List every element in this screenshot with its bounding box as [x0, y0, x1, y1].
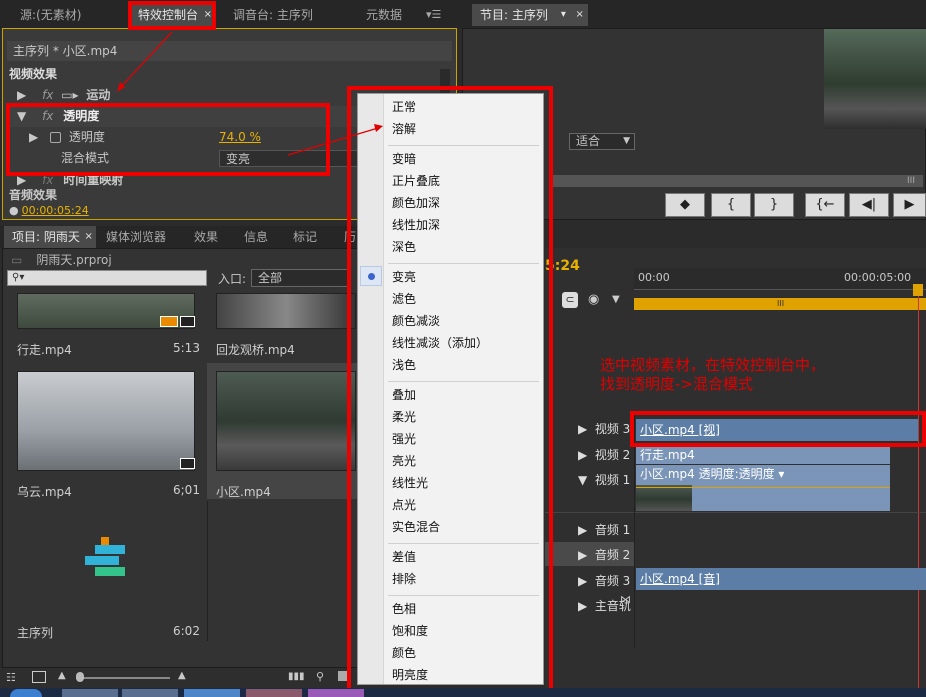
annotation-arrow [287, 127, 379, 156]
taskbar [0, 688, 926, 697]
premiere-window: 源:(无素材) 特效控制台 × 调音台: 主序列 元数据 ▾☰ 节目: 主序列 ▾ ×… [0, 0, 926, 697]
taskbar-item[interactable] [184, 689, 240, 697]
annotation-arrows [117, 31, 383, 156]
taskbar-item[interactable] [246, 689, 302, 697]
arrow-head-icon [374, 124, 383, 132]
start-button[interactable] [10, 689, 42, 697]
taskbar-item[interactable] [62, 689, 118, 697]
taskbar-item[interactable] [308, 689, 364, 697]
taskbar-item[interactable] [122, 689, 178, 697]
annotation-arrow [119, 31, 173, 89]
